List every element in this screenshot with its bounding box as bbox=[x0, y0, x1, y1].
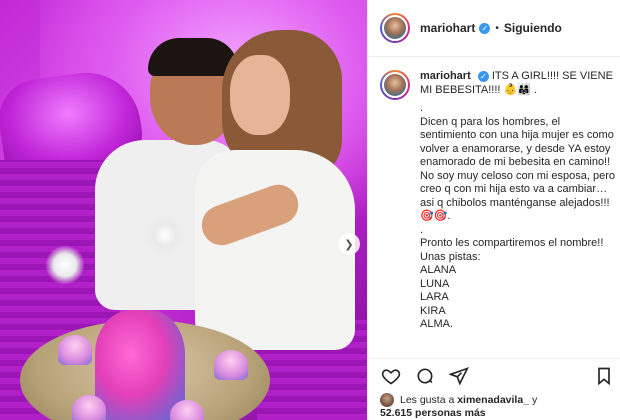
likes-prefix: Les gusta a bbox=[400, 393, 455, 406]
likes-conjunction: y bbox=[531, 393, 538, 406]
post-header: mariohart ✓ • Siguiendo bbox=[368, 0, 620, 57]
share-button[interactable] bbox=[448, 365, 470, 387]
bookmark-icon bbox=[598, 367, 610, 385]
verified-badge-icon: ✓ bbox=[477, 71, 489, 83]
save-button[interactable] bbox=[593, 365, 615, 387]
post-photo[interactable] bbox=[0, 0, 367, 420]
likes-summary: Les gusta a ximenadavila_ y 52.615 perso… bbox=[380, 393, 620, 420]
liker-username[interactable]: ximenadavila_ bbox=[457, 394, 529, 407]
header-username[interactable]: mariohart bbox=[420, 21, 475, 35]
separator-dot: • bbox=[495, 22, 499, 34]
comment-button[interactable] bbox=[414, 365, 436, 387]
comment-icon bbox=[417, 368, 433, 383]
avatar[interactable] bbox=[380, 13, 410, 43]
chevron-right-icon: ❯ bbox=[344, 238, 354, 251]
photo-woman-face bbox=[230, 55, 290, 135]
photo-sparkler bbox=[145, 215, 185, 255]
photo-cake bbox=[95, 310, 185, 420]
send-icon bbox=[449, 366, 469, 386]
next-photo-button[interactable]: ❯ bbox=[338, 233, 360, 255]
caption-body: . Dicen q para los hombres, el sentimien… bbox=[420, 102, 616, 330]
photo-cupcake bbox=[72, 395, 106, 420]
photo-cupcake bbox=[214, 350, 248, 380]
post-actions bbox=[368, 358, 620, 392]
avatar[interactable] bbox=[380, 393, 394, 407]
avatar[interactable] bbox=[380, 70, 410, 100]
post-caption: mariohart ✓ ITS A GIRL!!!! SE VIENE MI B… bbox=[380, 70, 616, 332]
like-button[interactable] bbox=[380, 365, 402, 387]
photo-sparkler bbox=[45, 245, 85, 285]
verified-badge-icon: ✓ bbox=[479, 22, 491, 34]
likes-count[interactable]: 52.615 personas más bbox=[380, 407, 486, 419]
following-button[interactable]: Siguiendo bbox=[504, 21, 562, 35]
post-side-panel: mariohart ✓ • Siguiendo mariohart ✓ ITS … bbox=[367, 0, 620, 420]
photo-cupcake bbox=[58, 335, 92, 365]
heart-icon bbox=[381, 368, 401, 384]
photo-woman-overalls bbox=[195, 150, 355, 350]
caption-username[interactable]: mariohart bbox=[420, 70, 471, 82]
